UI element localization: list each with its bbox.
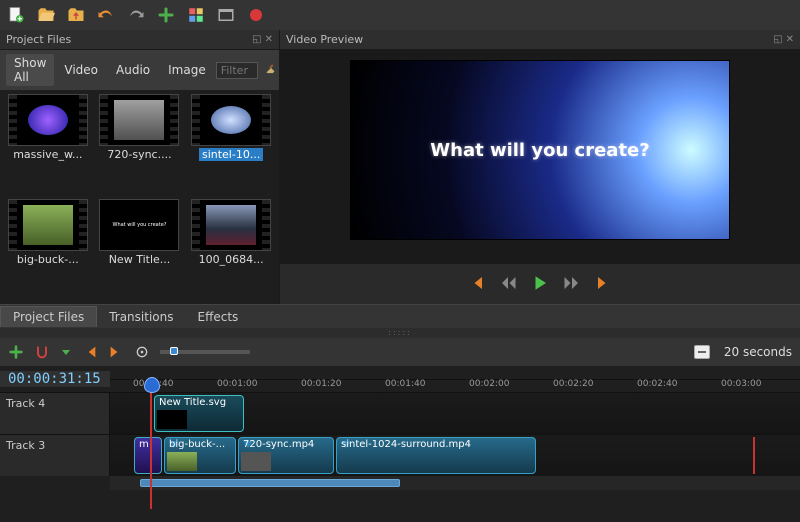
filter-audio[interactable]: Audio (108, 61, 158, 79)
timeline-toolbar: 20 seconds (0, 338, 800, 366)
detach-preview-icon[interactable]: ◱ (773, 34, 782, 45)
project-files-panel: Project Files ◱ ✕ Show All Video Audio I… (0, 30, 280, 304)
snap-button[interactable] (34, 344, 50, 360)
play-button[interactable] (531, 274, 549, 295)
clear-filter-icon[interactable] (264, 62, 278, 79)
project-bottom-tabs: Project Files Transitions Effects (0, 304, 800, 328)
fullscreen-button[interactable] (216, 5, 236, 25)
jump-end-button[interactable] (595, 274, 613, 295)
preview-viewport: What will you create? (280, 50, 800, 264)
add-track-button[interactable] (8, 344, 24, 360)
thumb-label: sintel-10... (199, 148, 263, 161)
filter-show-all[interactable]: Show All (6, 54, 54, 86)
tab-effects[interactable]: Effects (186, 307, 251, 327)
import-files-button[interactable] (156, 5, 176, 25)
rewind-button[interactable] (499, 274, 517, 295)
filter-image[interactable]: Image (160, 61, 214, 79)
new-project-button[interactable] (6, 5, 26, 25)
choose-profile-button[interactable] (186, 5, 206, 25)
project-files-header: Project Files ◱ ✕ (0, 30, 279, 50)
video-preview-header: Video Preview ◱ ✕ (280, 30, 800, 50)
close-preview-icon[interactable]: ✕ (786, 34, 794, 45)
preview-frame: What will you create? (350, 60, 730, 240)
fastforward-button[interactable] (563, 274, 581, 295)
track-3-content[interactable]: m big-buck-... 720-sync.mp4 sintel-1024-… (110, 435, 800, 476)
clip-sintel[interactable]: sintel-1024-surround.mp4 (336, 437, 536, 474)
project-thumbnails: massive_w... 720-sync.... sintel-10... b… (0, 90, 279, 304)
undo-button[interactable] (96, 5, 116, 25)
thumb-label: 100_0684... (199, 253, 264, 266)
project-filter-bar: Show All Video Audio Image (0, 50, 279, 90)
track-end-marker (753, 437, 755, 474)
redo-button[interactable] (126, 5, 146, 25)
thumb-massive[interactable]: massive_w... (4, 94, 92, 195)
thumb-label: massive_w... (13, 148, 82, 161)
next-marker-button[interactable] (108, 344, 124, 360)
clip-bigbuck[interactable]: big-buck-... (164, 437, 236, 474)
clip-720sync[interactable]: 720-sync.mp4 (238, 437, 334, 474)
marker-dropdown[interactable] (60, 346, 72, 358)
open-project-button[interactable] (36, 5, 56, 25)
timecode-display: 00:00:31:15 (0, 371, 110, 387)
clip-new-title[interactable]: New Title.svg (154, 395, 244, 432)
detach-panel-icon[interactable]: ◱ (252, 34, 261, 45)
splitter-handle[interactable]: ::::: (0, 328, 800, 338)
save-project-button[interactable] (66, 5, 86, 25)
track-4: Track 4 New Title.svg (0, 392, 800, 434)
thumb-newtitle[interactable]: What will you create? New Title... (96, 199, 184, 300)
thumb-label: 720-sync.... (107, 148, 171, 161)
video-preview-title: Video Preview (286, 33, 363, 46)
prev-marker-button[interactable] (82, 344, 98, 360)
project-files-title: Project Files (6, 33, 71, 46)
transport-controls (280, 264, 800, 304)
track-3-label[interactable]: Track 3 (0, 435, 110, 476)
filter-input[interactable] (216, 62, 258, 79)
export-video-button[interactable] (246, 5, 266, 25)
time-ruler[interactable]: 00:00:40 00:01:00 00:01:20 00:01:40 00:0… (110, 379, 800, 380)
thumb-bigbuck[interactable]: big-buck-... (4, 199, 92, 300)
close-panel-icon[interactable]: ✕ (265, 34, 273, 45)
timeline: 00:00:31:15 00:00:40 00:01:00 00:01:20 0… (0, 366, 800, 522)
preview-overlay-text: What will you create? (430, 140, 649, 161)
tab-transitions[interactable]: Transitions (97, 307, 185, 327)
track-4-content[interactable]: New Title.svg (110, 393, 800, 434)
track-3: Track 3 m big-buck-... 720-sync.mp4 sint… (0, 434, 800, 476)
playhead[interactable] (150, 379, 152, 509)
main-toolbar (0, 0, 800, 30)
video-preview-panel: Video Preview ◱ ✕ What will you create? (280, 30, 800, 304)
zoom-label: 20 seconds (724, 345, 792, 359)
zoom-slider[interactable] (160, 350, 250, 354)
zoom-scale-icon[interactable] (694, 345, 710, 359)
center-playhead-button[interactable] (134, 344, 150, 360)
thumb-label: big-buck-... (17, 253, 79, 266)
thumb-100[interactable]: 100_0684... (187, 199, 275, 300)
clip-m[interactable]: m (134, 437, 162, 474)
track-4-label[interactable]: Track 4 (0, 393, 110, 434)
filter-video[interactable]: Video (56, 61, 106, 79)
jump-start-button[interactable] (467, 274, 485, 295)
thumb-label: New Title... (109, 253, 171, 266)
thumb-sintel[interactable]: sintel-10... (187, 94, 275, 195)
timeline-h-scrollbar[interactable] (110, 476, 800, 490)
tab-project-files[interactable]: Project Files (0, 306, 97, 327)
thumb-720sync[interactable]: 720-sync.... (96, 94, 184, 195)
